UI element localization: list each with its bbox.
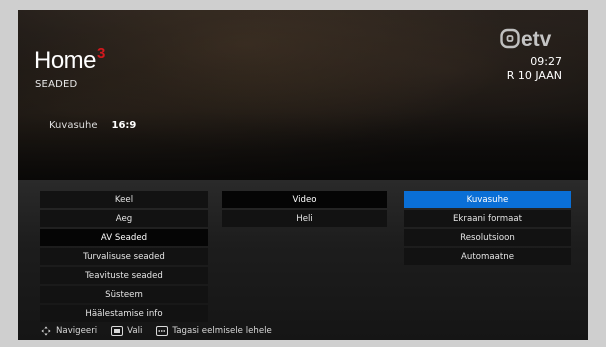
hint-select: Vali: [127, 326, 143, 336]
tv-screen: Home 3 SEADED Kuvasuhe 16:9 etv 09:27 R …: [18, 10, 588, 340]
settings-category-item[interactable]: Aeg: [40, 210, 208, 227]
page-title: SEADED: [35, 79, 78, 90]
video-option-item[interactable]: Resolutsioon: [404, 229, 571, 246]
av-subcategory-item[interactable]: Heli: [222, 210, 387, 227]
settings-category-item[interactable]: Teavituste seaded: [40, 267, 208, 284]
settings-menu: Keel Aeg AV Seaded Turvalisuse seaded Teavit…: [18, 180, 588, 340]
tv-frame: Home 3 SEADED Kuvasuhe 16:9 etv 09:27 R …: [0, 0, 606, 347]
back-button-icon: [156, 326, 169, 336]
menu-level-3: Kuvasuhe Ekraani formaat Resolutsioon Autom…: [404, 191, 571, 267]
settings-category-item[interactable]: Keel: [40, 191, 208, 208]
brand-mark: 3: [97, 45, 105, 62]
hint-navigate: Navigeeri: [56, 326, 98, 336]
brand-name: Home: [34, 47, 97, 74]
clock-date: R 10 JAAN: [506, 69, 562, 82]
av-subcategory-item[interactable]: Video: [222, 191, 387, 208]
settings-category-item[interactable]: Häälestamise info: [40, 305, 208, 322]
dpad-icon: [41, 326, 51, 336]
video-option-item[interactable]: Kuvasuhe: [404, 191, 571, 208]
menu-level-2: Video Heli: [222, 191, 387, 229]
ok-button-icon: [111, 326, 124, 336]
settings-category-item[interactable]: Turvalisuse seaded: [40, 248, 208, 265]
svg-text:etv: etv: [521, 28, 552, 51]
current-setting: Kuvasuhe 16:9: [49, 120, 136, 131]
home3-logo: Home 3: [34, 45, 105, 75]
button-hints: Navigeeri Vali Tagasi eelmisele lehele: [40, 326, 272, 336]
hint-back: Tagasi eelmisele lehele: [172, 326, 272, 336]
settings-category-item[interactable]: Süsteem: [40, 286, 208, 303]
setting-value: 16:9: [111, 120, 137, 131]
etv-logo: etv: [500, 28, 552, 51]
clock: 09:27 R 10 JAAN: [507, 55, 562, 83]
settings-category-item[interactable]: AV Seaded: [40, 229, 208, 246]
video-option-item[interactable]: Ekraani formaat: [404, 210, 571, 227]
clock-time: 09:27: [530, 55, 562, 68]
menu-level-1: Keel Aeg AV Seaded Turvalisuse seaded Teavit…: [40, 191, 208, 324]
video-option-item[interactable]: Automaatne: [404, 248, 571, 265]
setting-label: Kuvasuhe: [49, 120, 98, 131]
